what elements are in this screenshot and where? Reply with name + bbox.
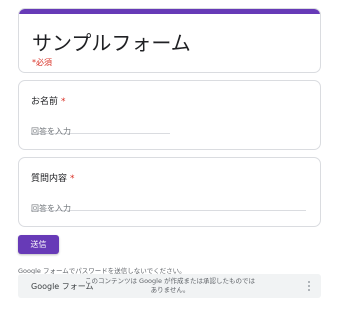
more-vert-icon[interactable] — [304, 280, 314, 292]
form-title: サンプルフォーム — [32, 31, 191, 55]
required-asterisk: * — [61, 97, 66, 107]
form-page: サンプルフォーム *必須 お名前* 質問内容* 送信 Google フォームでパ… — [0, 0, 340, 325]
footer-bar: Google フォーム このコンテンツは Google が作成または承認したもの… — [18, 274, 321, 298]
form-header-card: サンプルフォーム *必須 — [18, 8, 321, 73]
header-accent-bar — [19, 9, 320, 14]
question-label-content: 質問内容 * — [31, 171, 75, 184]
answer-field-wrap — [31, 119, 170, 139]
answer-field-wrap — [31, 196, 306, 216]
content-disclaimer: このコンテンツは Google が作成または承認したものでは ありません。 — [84, 277, 256, 294]
required-note: *必須 — [32, 58, 52, 67]
submit-button[interactable]: 送信 — [18, 235, 59, 254]
question-label-text: 質問内容 — [31, 174, 68, 184]
question-card-content: 質問内容 * — [18, 157, 321, 227]
name-answer-input[interactable] — [31, 124, 170, 139]
question-card-name: お名前 * — [18, 80, 321, 150]
content-answer-input[interactable] — [31, 201, 306, 216]
question-label-name: お名前 * — [31, 94, 66, 107]
question-label-text: お名前 — [31, 97, 59, 107]
required-asterisk: * — [70, 174, 75, 184]
